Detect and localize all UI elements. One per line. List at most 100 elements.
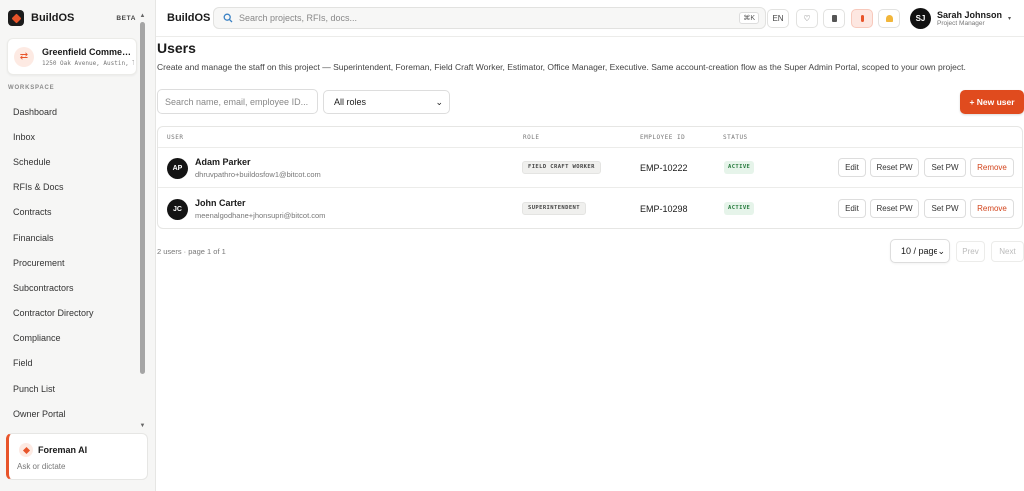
sidebar-item-inbox[interactable]: Inbox	[0, 124, 138, 149]
beta-badge: BETA	[116, 14, 136, 22]
notifications-button[interactable]	[878, 9, 900, 28]
sidebar-item-label: Procurement	[13, 257, 65, 268]
header-user: USER	[167, 134, 184, 141]
app-title: BuildOS	[167, 12, 211, 24]
sidebar-item-label: Owner Portal	[13, 408, 66, 419]
sidebar-scrollbar[interactable]: ▲ ▼	[139, 12, 146, 432]
reset-pw-button[interactable]: Reset PW	[870, 199, 919, 218]
user-email: dhruvpathro+buildosfow1@bitcot.com	[195, 170, 321, 179]
sidebar-item-punch-list[interactable]: Punch List	[0, 376, 138, 401]
set-pw-button[interactable]: Set PW	[924, 199, 966, 218]
sidebar-item-schedule[interactable]: Schedule	[0, 149, 138, 174]
user-name: Sarah Johnson	[937, 9, 1003, 20]
prev-page-button[interactable]: Prev	[956, 241, 985, 262]
foreman-ai-panel[interactable]: Foreman AI Ask or dictate	[6, 433, 148, 480]
chevron-down-icon: ⌄	[435, 97, 443, 107]
workspace-label: WORKSPACE	[8, 85, 55, 91]
global-search[interactable]: Search projects, RFIs, docs... ⌘K	[213, 7, 766, 29]
role-filter-value: All roles	[334, 97, 367, 107]
users-table: USER ROLE EMPLOYEE ID STATUS AP Adam Par…	[157, 126, 1023, 229]
brand[interactable]: BuildOS BETA	[8, 9, 136, 27]
foreman-ai-title: Foreman AI	[38, 445, 88, 455]
sidebar-item-financials[interactable]: Financials	[0, 225, 138, 250]
avatar: SJ	[910, 7, 931, 29]
swap-icon: ⇄	[14, 46, 34, 67]
clipboard-button[interactable]	[823, 9, 845, 28]
sidebar-item-label: Financials	[13, 232, 54, 243]
sidebar-item-label: Schedule	[13, 156, 51, 167]
next-page-button[interactable]: Next	[991, 241, 1024, 262]
chevron-down-icon: ⌄	[937, 246, 945, 257]
user-name: Adam Parker	[195, 157, 251, 167]
project-address: 1250 Oak Avenue, Austin, TX	[42, 59, 134, 67]
reset-pw-button[interactable]: Reset PW	[870, 158, 919, 177]
search-icon	[223, 13, 233, 23]
header-employee-id: EMPLOYEE ID	[640, 134, 686, 141]
sidebar-item-label: Compliance	[13, 333, 61, 344]
sidebar-item-label: Contracts	[13, 207, 52, 218]
search-shortcut: ⌘K	[739, 12, 759, 24]
project-switcher[interactable]: ⇄ Greenfield Commercial Tower 1250 Oak A…	[7, 38, 137, 75]
sidebar-nav: Dashboard Inbox Schedule RFIs & Docs Con…	[0, 99, 138, 426]
sidebar-item-rfis-docs[interactable]: RFIs & Docs	[0, 175, 138, 200]
status-badge: ACTIVE	[724, 161, 755, 174]
sidebar-item-field[interactable]: Field	[0, 351, 138, 376]
foreman-ai-subtitle: Ask or dictate	[17, 462, 66, 471]
sidebar-item-label: Dashboard	[13, 106, 58, 117]
scrollbar-thumb[interactable]	[140, 22, 145, 374]
new-user-button[interactable]: + New user	[960, 90, 1024, 114]
page-description: Create and manage the staff on this proj…	[157, 62, 966, 72]
language-button[interactable]: EN	[767, 9, 789, 28]
sidebar-item-subcontractors[interactable]: Subcontractors	[0, 275, 138, 300]
remove-button[interactable]: Remove	[970, 158, 1014, 177]
table-row: JC John Carter meenalgodhane+jhonsupri@b…	[158, 189, 1022, 228]
sidebar-item-dashboard[interactable]: Dashboard	[0, 99, 138, 124]
employee-id: EMP-10298	[640, 204, 688, 214]
search-placeholder: Search projects, RFIs, docs...	[239, 13, 358, 23]
sidebar-item-owner-portal[interactable]: Owner Portal	[0, 401, 138, 426]
table-row: AP Adam Parker dhruvpathro+buildosfow1@b…	[158, 148, 1022, 188]
language-label: EN	[772, 14, 784, 23]
user-menu[interactable]: SJ Sarah Johnson Project Manager ▾	[910, 7, 1020, 29]
user-role: Project Manager	[937, 19, 985, 27]
remove-button[interactable]: Remove	[970, 199, 1014, 218]
sidebar-item-label: RFIs & Docs	[13, 182, 64, 193]
sidebar-item-contracts[interactable]: Contracts	[0, 200, 138, 225]
user-name: John Carter	[195, 198, 246, 208]
sidebar-item-compliance[interactable]: Compliance	[0, 326, 138, 351]
set-pw-button[interactable]: Set PW	[924, 158, 966, 177]
top-bar: BuildOS Search projects, RFIs, docs... ⌘…	[156, 0, 1024, 37]
scroll-down-icon[interactable]: ▼	[139, 422, 146, 430]
role-filter-select[interactable]: All roles ⌄	[323, 90, 450, 114]
alert-pin-icon	[860, 15, 864, 22]
edit-button[interactable]: Edit	[838, 158, 866, 177]
scroll-up-icon[interactable]: ▲	[139, 12, 146, 20]
sidebar-item-label: Field	[13, 358, 33, 369]
sidebar-item-procurement[interactable]: Procurement	[0, 250, 138, 275]
shield-icon: ♡	[803, 14, 811, 23]
chevron-down-icon: ▾	[1008, 15, 1012, 22]
employee-id: EMP-10222	[640, 163, 688, 173]
sidebar-item-label: Subcontractors	[13, 282, 74, 293]
alert-button[interactable]	[851, 9, 873, 28]
pagination-summary: 2 users · page 1 of 1	[157, 247, 226, 256]
sidebar-item-label: Contractor Directory	[13, 308, 94, 319]
sidebar-item-contractor-directory[interactable]: Contractor Directory	[0, 301, 138, 326]
page-title: Users	[157, 40, 196, 56]
table-header: USER ROLE EMPLOYEE ID STATUS	[158, 127, 1022, 148]
user-search-input[interactable]	[157, 89, 318, 114]
sidebar-item-label: Punch List	[13, 383, 56, 394]
status-badge: ACTIVE	[724, 202, 755, 215]
avatar: JC	[167, 199, 188, 220]
brand-logo-icon	[8, 10, 24, 26]
header-status: STATUS	[723, 134, 748, 141]
shield-button[interactable]: ♡	[796, 9, 818, 28]
edit-button[interactable]: Edit	[838, 199, 866, 218]
avatar: AP	[167, 158, 188, 179]
role-badge: FIELD CRAFT WORKER	[522, 161, 601, 174]
user-email: meenalgodhane+jhonsupri@bitcot.com	[195, 211, 326, 220]
brand-name: BuildOS	[31, 12, 75, 24]
per-page-select[interactable]: 10 / page ⌄	[890, 239, 950, 263]
per-page-value: 10 / page	[901, 246, 939, 256]
bell-icon	[885, 15, 893, 22]
